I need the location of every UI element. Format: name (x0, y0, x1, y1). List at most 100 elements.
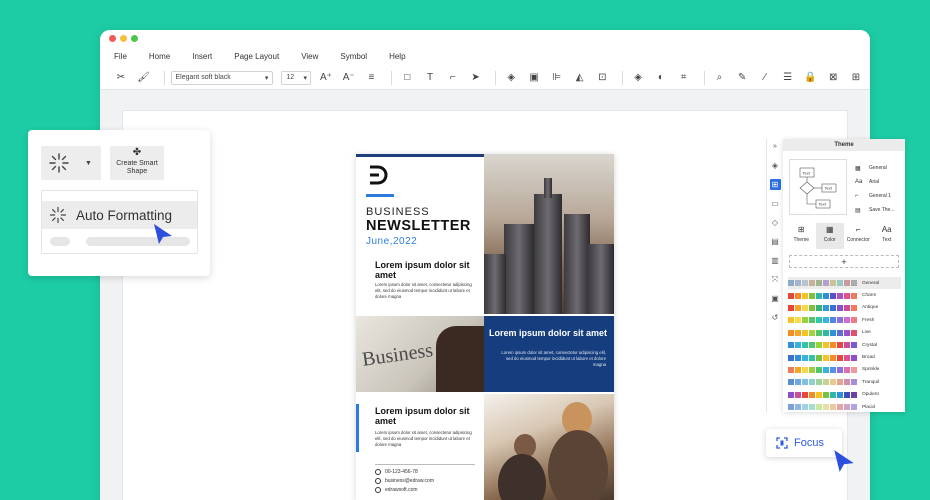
image-icon[interactable]: ▭ (770, 198, 781, 209)
color-swatch (816, 329, 822, 336)
close-box-icon[interactable]: ⊠ (824, 69, 842, 87)
palette-row[interactable]: Antique (788, 302, 901, 314)
font-grow-icon[interactable]: A⁺ (317, 69, 335, 87)
mail-icon (375, 478, 381, 484)
search-icon[interactable]: ⌕ (710, 69, 728, 87)
align-left-icon[interactable]: ⊫ (548, 69, 566, 87)
line-color-icon[interactable]: ∕ (756, 69, 774, 87)
tab-color[interactable]: ▦ Color (815, 223, 844, 249)
menu-bar: File Home Insert Page Layout View Symbol… (100, 46, 870, 66)
palette-row[interactable]: Broad (788, 351, 901, 363)
theme-panel: Theme Text Text Text ▦ General Aa Arial ⌐ G… (783, 139, 905, 412)
line-style-icon[interactable]: ☰ (779, 69, 797, 87)
newsletter-title: NEWSLETTER (366, 218, 471, 234)
tab-text[interactable]: Aa Text (873, 223, 902, 249)
palette-row[interactable]: Opulent (788, 389, 901, 401)
font-family-select[interactable]: Elegant soft black ▾ (170, 70, 274, 85)
color-swatch (830, 366, 836, 373)
layers-icon[interactable]: ◈ (502, 69, 520, 87)
chevron-down-icon: ▾ (264, 74, 269, 82)
theme-option-save[interactable]: ▤ Save The... (855, 203, 894, 217)
theme-option-color[interactable]: ▦ General (855, 161, 894, 175)
fit-icon[interactable]: ⤧ (770, 274, 781, 285)
minimize-window-button[interactable] (120, 35, 127, 42)
color-swatch (837, 329, 843, 336)
flip-icon[interactable]: ◭ (571, 69, 589, 87)
tab-theme[interactable]: ⊞ Theme (787, 223, 816, 249)
skyscraper-photo (484, 154, 614, 314)
theme-option-font[interactable]: Aa Arial (855, 175, 894, 189)
color-swatch (830, 391, 836, 398)
connector-style-icon: ⌐ (855, 193, 859, 199)
format-painter-icon[interactable]: 🖌 (135, 69, 153, 87)
text-icon[interactable]: T (421, 69, 439, 87)
close-window-button[interactable] (109, 35, 116, 42)
color-swatch (788, 354, 794, 361)
rectangle-icon[interactable]: □ (398, 69, 416, 87)
fill-icon[interactable]: ◈ (770, 160, 781, 171)
align-icon[interactable]: ≡ (363, 69, 381, 87)
color-swatch (809, 391, 815, 398)
create-smart-shape-button[interactable]: ✤ Create Smart Shape (110, 146, 164, 180)
color-swatch (788, 329, 794, 336)
maximize-window-button[interactable] (131, 35, 138, 42)
pointer-icon[interactable]: ➤ (467, 69, 485, 87)
more-icon[interactable]: ⊞ (847, 69, 865, 87)
page-icon[interactable]: ▤ (770, 236, 781, 247)
add-palette-button[interactable]: + (789, 255, 899, 268)
focus-button[interactable]: Focus (766, 429, 842, 457)
color-swatch (802, 379, 808, 386)
connector-icon[interactable]: ⌐ (444, 69, 462, 87)
menu-file[interactable]: File (114, 52, 127, 61)
newsletter-date: June,2022 (366, 236, 418, 247)
group-icon[interactable]: ▣ (525, 69, 543, 87)
palette-row[interactable]: Crystal (788, 339, 901, 351)
presentation-icon[interactable]: ▣ (770, 293, 781, 304)
menu-home[interactable]: Home (149, 52, 170, 61)
palette-row[interactable]: Live (788, 327, 901, 339)
palette-row[interactable]: General (788, 277, 901, 290)
tab-connector[interactable]: ⌐ Connector (844, 223, 873, 249)
scissors-icon[interactable]: ✂ (112, 69, 130, 87)
shape-style-icon[interactable]: ◐ (652, 69, 670, 87)
color-swatch (788, 391, 794, 398)
palette-row[interactable]: Sprinkle (788, 364, 901, 376)
attachment-icon[interactable]: ▥ (770, 255, 781, 266)
color-swatch (823, 329, 829, 336)
color-swatch (788, 379, 794, 386)
font-size-value: 12 (286, 74, 295, 81)
theme-grid-icon[interactable]: ⊞ (769, 179, 781, 190)
theme-option-connector[interactable]: ⌐ General 1 (855, 189, 894, 203)
layers-icon[interactable]: ◇ (770, 217, 781, 228)
cursor-pointer-icon (834, 450, 854, 472)
brand-logo-icon (370, 165, 388, 185)
font-shrink-icon[interactable]: A⁻ (340, 69, 358, 87)
lock-icon[interactable]: 🔒 (802, 69, 820, 87)
palette-row[interactable]: Charm (788, 289, 901, 301)
history-icon[interactable]: ↺ (770, 312, 781, 323)
smart-shape-dropdown[interactable]: ▼ (41, 146, 101, 180)
color-swatch (788, 280, 794, 287)
note-icon[interactable]: ✎ (733, 69, 751, 87)
business-title: BUSINESS (366, 206, 430, 218)
menu-symbol[interactable]: Symbol (340, 52, 367, 61)
color-swatch (830, 317, 836, 324)
newspaper-headline: Business (360, 339, 435, 371)
palette-row[interactable]: Fresh (788, 314, 901, 326)
font-size-select[interactable]: 12 ▾ (281, 70, 312, 85)
menu-view[interactable]: View (301, 52, 318, 61)
menu-help[interactable]: Help (389, 52, 405, 61)
menu-page-layout[interactable]: Page Layout (234, 52, 279, 61)
palette-row[interactable]: Tranquil (788, 376, 901, 388)
crop-icon[interactable]: ⌗ (675, 69, 693, 87)
palette-name: Charm (862, 293, 877, 299)
color-swatch (795, 354, 801, 361)
collapse-icon[interactable]: » (770, 141, 781, 152)
newspaper-photo: Business (356, 316, 484, 392)
palette-row[interactable]: Placid (788, 401, 901, 413)
fill-icon[interactable]: ◈ (629, 69, 647, 87)
newsletter-page[interactable]: BUSINESS NEWSLETTER June,2022 Lorem ipsu… (356, 154, 614, 500)
menu-insert[interactable]: Insert (192, 52, 212, 61)
position-icon[interactable]: ⊡ (593, 69, 611, 87)
color-swatch (788, 292, 794, 299)
